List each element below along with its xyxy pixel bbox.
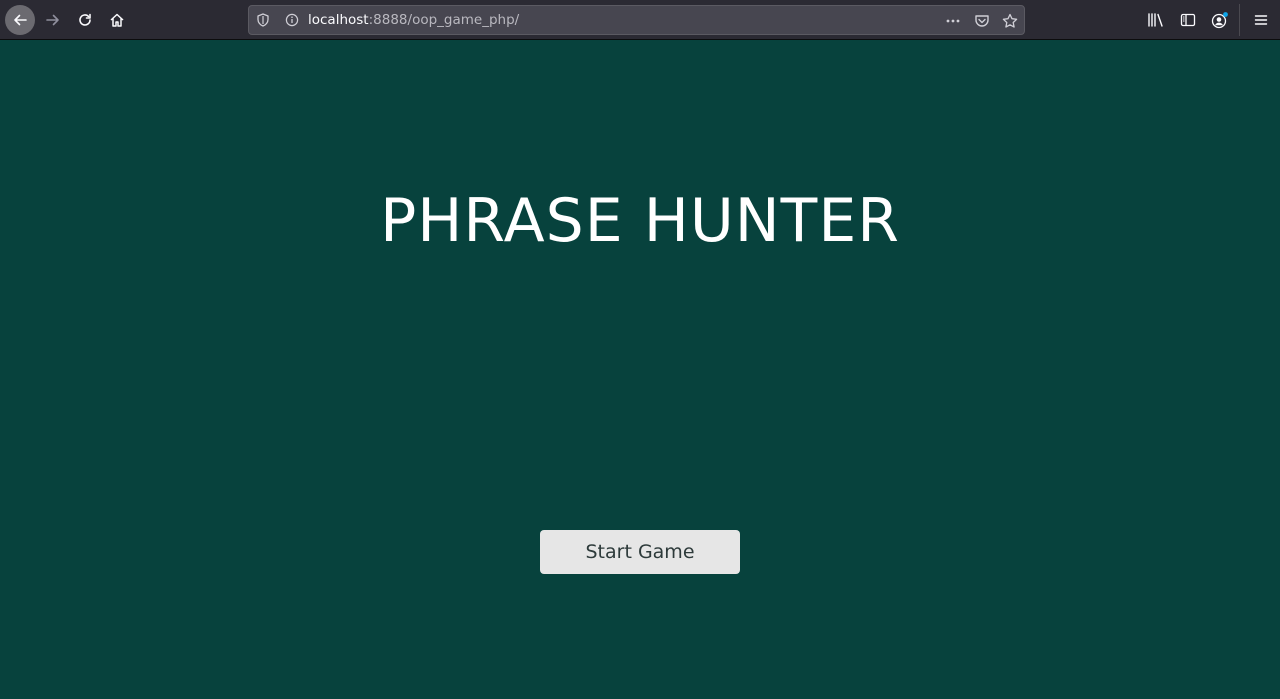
url-text[interactable]: localhost:8888/oop_game_php/ [308,12,519,28]
reload-button[interactable] [70,5,100,35]
forward-button[interactable] [38,5,68,35]
game-page: PHRASE HUNTER Start Game [0,40,1280,699]
pocket-icon[interactable] [973,12,991,30]
home-icon [110,13,124,27]
more-dots-icon[interactable] [944,12,962,30]
sidebar-icon[interactable] [1178,10,1198,30]
account-icon[interactable] [1210,10,1230,30]
back-button[interactable] [5,5,35,35]
shield-icon[interactable] [255,12,271,28]
page-title: PHRASE HUNTER [380,186,900,256]
forward-arrow-icon [46,14,59,26]
home-button[interactable] [102,5,132,35]
url-path: :8888/oop_game_php/ [368,12,520,28]
url-host: localhost [308,12,369,28]
star-icon[interactable] [1001,12,1019,30]
back-arrow-icon [14,14,27,26]
toolbar-divider [1239,4,1240,36]
start-game-button[interactable]: Start Game [540,530,740,574]
library-icon[interactable] [1146,10,1166,30]
browser-toolbar: localhost:8888/oop_game_php/ [0,0,1280,40]
hamburger-menu-icon[interactable] [1251,10,1271,30]
reload-icon [79,13,91,26]
info-icon[interactable] [284,12,300,28]
address-bar[interactable]: localhost:8888/oop_game_php/ [248,5,1025,35]
notification-dot [1223,12,1228,17]
